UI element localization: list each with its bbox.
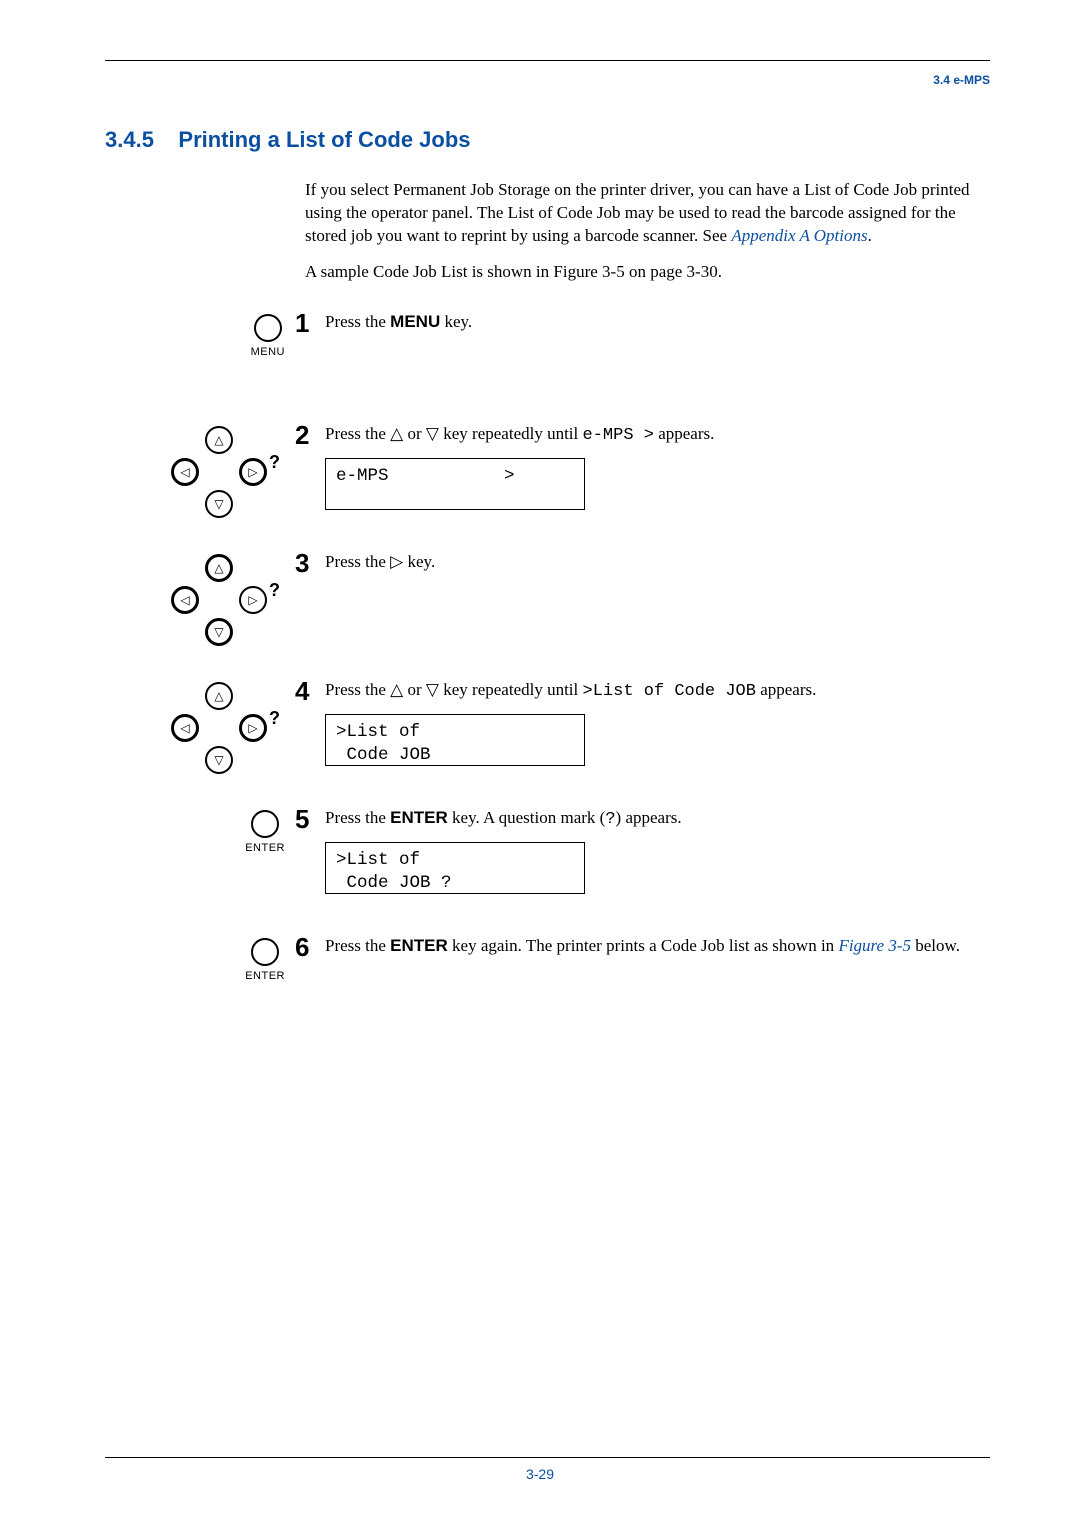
left-key-icon: ◁ — [171, 586, 199, 614]
bottom-rule — [105, 1457, 990, 1458]
right-triangle-icon: ▷ — [390, 552, 403, 571]
step-6: ENTER 6 Press the ENTER key again. The p… — [105, 934, 990, 1014]
down-key-icon: ▽ — [205, 746, 233, 774]
enter-key-icon — [251, 938, 279, 966]
page-number: 3-29 — [0, 1466, 1080, 1482]
enter-key-label: ENTER — [245, 842, 285, 854]
link-figure-3-5[interactable]: Figure 3-5 on page 3-30 — [553, 262, 717, 281]
step-number: 1 — [295, 310, 325, 336]
question-mark-icon: ? — [269, 452, 280, 473]
top-rule — [105, 60, 990, 61]
dpad-icon: △ ◁ ▷ ▽ ? — [165, 682, 285, 782]
link-figure-3-5-inline[interactable]: Figure 3-5 — [838, 936, 911, 955]
menu-key-icon — [254, 314, 282, 342]
step-3: △ ◁ ▷ ▽ ? 3 Press the ▷ key. — [105, 550, 990, 658]
enter-key-icon — [251, 810, 279, 838]
section-title-text: Printing a List of Code Jobs — [178, 127, 470, 152]
t: appears. — [654, 424, 714, 443]
bold-key: ENTER — [390, 808, 448, 827]
down-triangle-icon: ▽ — [426, 680, 439, 699]
lcd-display: >List of Code JOB ? — [325, 842, 585, 894]
step-text: Press the ENTER key again. The printer p… — [325, 936, 960, 955]
t: Press the — [325, 808, 390, 827]
step-4: △ ◁ ▷ ▽ ? 4 Press the △ or ▽ key repeate… — [105, 678, 990, 786]
step-number: 4 — [295, 678, 325, 704]
down-key-icon: ▽ — [205, 490, 233, 518]
t: Press the — [325, 680, 390, 699]
t: appears. — [756, 680, 816, 699]
question-mark-icon: ? — [269, 708, 280, 729]
t: or — [403, 680, 426, 699]
sample-paragraph: A sample Code Job List is shown in Figur… — [305, 262, 990, 282]
t: ) appears. — [616, 808, 682, 827]
bold-key: ENTER — [390, 936, 448, 955]
right-key-icon: ▷ — [239, 458, 267, 486]
step-text: Press the MENU key. — [325, 312, 472, 331]
step-text: Press the △ or ▽ key repeatedly until >L… — [325, 680, 816, 699]
t: Press the — [325, 936, 390, 955]
step-text: Press the ▷ key. — [325, 552, 435, 571]
step-number: 2 — [295, 422, 325, 448]
right-key-icon: ▷ — [239, 714, 267, 742]
section-title: 3.4.5 Printing a List of Code Jobs — [105, 127, 990, 153]
t: below. — [911, 936, 960, 955]
link-appendix-a-options[interactable]: Appendix A Options — [731, 226, 867, 245]
step-text: Press the ENTER key. A question mark (?)… — [325, 808, 682, 827]
intro-paragraph: If you select Permanent Job Storage on t… — [305, 179, 975, 248]
step-number: 6 — [295, 934, 325, 960]
mono: >List of Code JOB — [583, 682, 756, 701]
enter-key-label: ENTER — [245, 970, 285, 982]
lcd-display: >List of Code JOB — [325, 714, 585, 766]
t: Press the — [325, 552, 390, 571]
mono: ? — [605, 810, 615, 829]
intro-text-post: . — [868, 226, 872, 245]
t: key. — [440, 312, 472, 331]
sample-text-post: . — [718, 262, 722, 281]
left-key-icon: ◁ — [171, 458, 199, 486]
sample-text-pre: A sample Code Job List is shown in — [305, 262, 553, 281]
t: key. A question mark ( — [448, 808, 606, 827]
t: key repeatedly until — [439, 680, 583, 699]
step-number: 3 — [295, 550, 325, 576]
down-key-icon: ▽ — [205, 618, 233, 646]
t: key. — [403, 552, 435, 571]
dpad-icon: △ ◁ ▷ ▽ ? — [165, 426, 285, 526]
right-key-icon: ▷ — [239, 586, 267, 614]
step-text: Press the △ or ▽ key repeatedly until e-… — [325, 424, 714, 443]
up-triangle-icon: △ — [390, 424, 403, 443]
t: Press the — [325, 424, 390, 443]
menu-key-label: MENU — [251, 346, 285, 358]
up-key-icon: △ — [205, 682, 233, 710]
t: key repeatedly until — [439, 424, 583, 443]
up-key-icon: △ — [205, 426, 233, 454]
left-key-icon: ◁ — [171, 714, 199, 742]
section-number: 3.4.5 — [105, 127, 154, 152]
up-triangle-icon: △ — [390, 680, 403, 699]
question-mark-icon: ? — [269, 580, 280, 601]
down-triangle-icon: ▽ — [426, 424, 439, 443]
t: Press the — [325, 312, 390, 331]
mono: e-MPS > — [583, 426, 654, 445]
lcd-display: e-MPS > — [325, 458, 585, 510]
step-1: MENU 1 Press the MENU key. — [105, 310, 990, 402]
step-number: 5 — [295, 806, 325, 832]
up-key-icon: △ — [205, 554, 233, 582]
dpad-icon: △ ◁ ▷ ▽ ? — [165, 554, 285, 654]
step-2: △ ◁ ▷ ▽ ? 2 Press the △ or ▽ key repeate… — [105, 422, 990, 530]
step-5: ENTER 5 Press the ENTER key. A question … — [105, 806, 990, 914]
running-head: 3.4 e-MPS — [105, 73, 990, 87]
t: or — [403, 424, 426, 443]
t: key again. The printer prints a Code Job… — [448, 936, 839, 955]
bold-key: MENU — [390, 312, 440, 331]
